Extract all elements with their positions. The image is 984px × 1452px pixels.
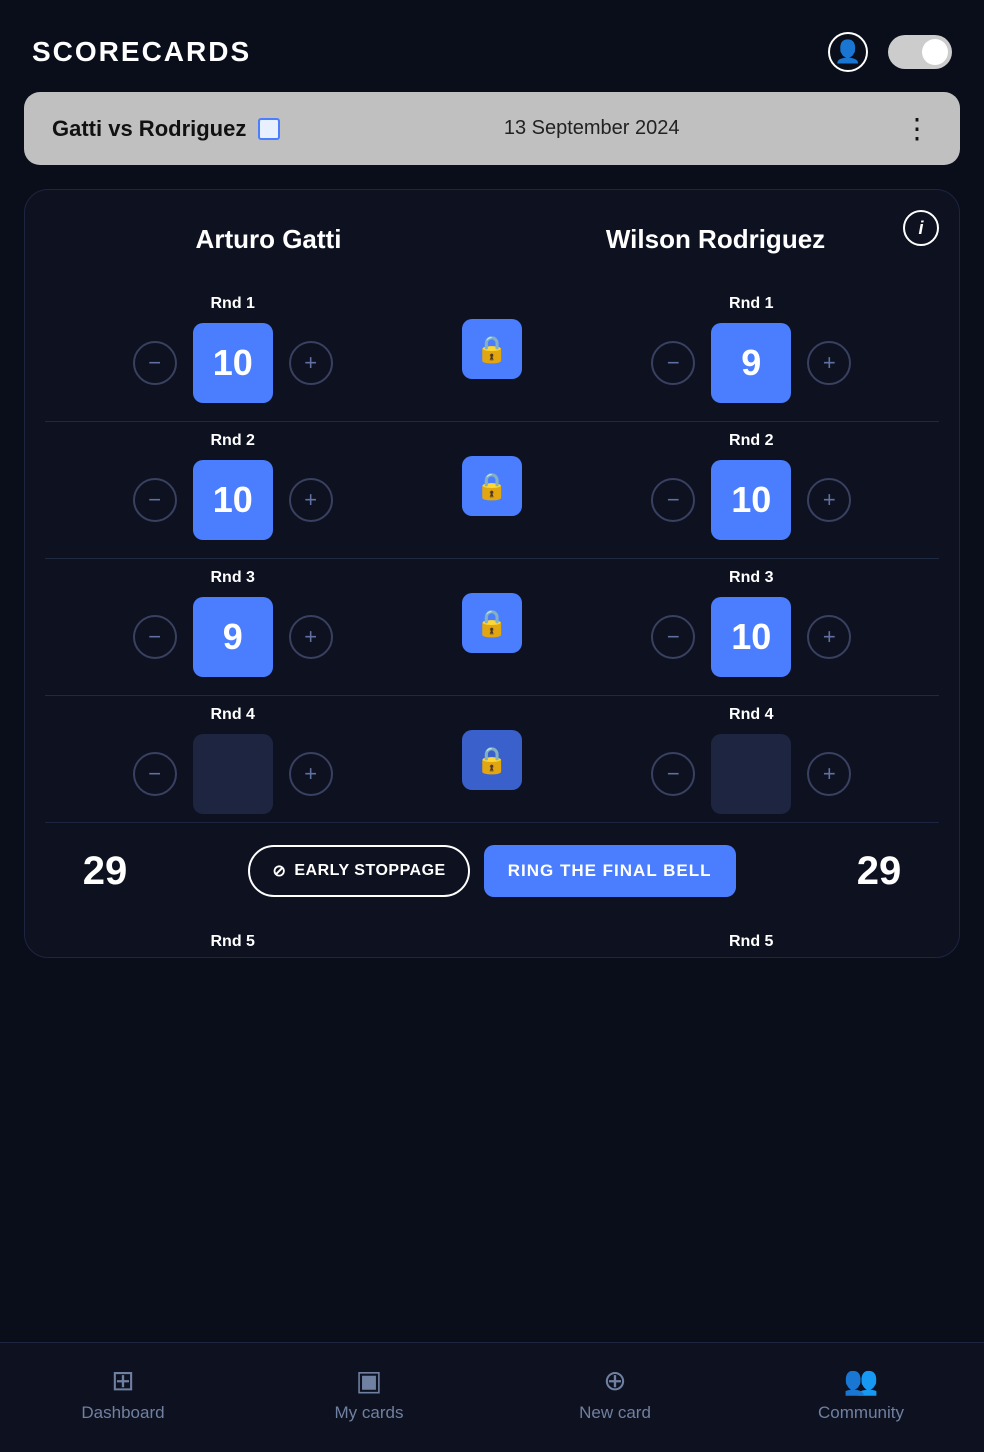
decrease-right-rnd4[interactable]: − [651,752,695,796]
score-right-rnd4 [711,734,791,814]
nav-label-dashboard: Dashboard [81,1403,164,1423]
fighter-left-rnd1: Rnd 1 − 10 + [45,295,420,403]
round-label: Rnd 3 [729,569,773,587]
round-row: Rnd 4 − + 🔒 Rnd 4 − + [45,696,939,822]
round-label: Rnd 3 [211,569,255,587]
info-icon[interactable]: i [903,210,939,246]
increase-right-rnd2[interactable]: + [807,478,851,522]
center-lock-rnd4: 🔒 [420,730,563,790]
round-label: Rnd 4 [211,706,255,724]
round-row: Rnd 2 − 10 + 🔒 Rnd 2 − 10 + [45,422,939,559]
rnd5-label-left: Rnd 5 [45,933,420,951]
header: SCORECARDS 👤 🔔 [0,0,984,92]
ring-bell-button[interactable]: RING THE FINAL BELL [484,845,736,897]
bottom-bar: 29 ⊘ EARLY STOPPAGE RING THE FINAL BELL … [45,822,939,919]
nav-item-mycards[interactable]: ▣ My cards [246,1343,492,1452]
lock-rnd3[interactable]: 🔒 [462,593,522,653]
round-label: Rnd 1 [211,295,255,313]
lock-rnd2[interactable]: 🔒 [462,456,522,516]
fight-menu-button[interactable]: ⋮ [903,112,932,145]
rnd5-label-right: Rnd 5 [564,933,939,951]
dashboard-icon: ⊞ [111,1364,134,1397]
fighters-header: Arturo Gatti Wilson Rodriguez [45,214,939,255]
score-right-rnd3: 10 [711,597,791,677]
increase-right-rnd1[interactable]: + [807,341,851,385]
decrease-left-rnd1[interactable]: − [133,341,177,385]
decrease-left-rnd4[interactable]: − [133,752,177,796]
community-icon: 👥 [844,1364,879,1397]
user-icon[interactable]: 👤 [828,32,868,72]
fighter-left-rnd4: Rnd 4 − + [45,706,420,814]
nav-item-community[interactable]: 👥 Community [738,1343,984,1452]
fight-box-icon [258,118,280,140]
nav-label-mycards: My cards [335,1403,404,1423]
decrease-right-rnd3[interactable]: − [651,615,695,659]
nav-label-community: Community [818,1403,904,1423]
fighter-right-rnd3: Rnd 3 − 10 + [564,569,939,677]
score-controls: − 10 + [651,460,851,540]
score-left-rnd3: 9 [193,597,273,677]
round-row: Rnd 3 − 9 + 🔒 Rnd 3 − 10 + [45,559,939,696]
increase-right-rnd4[interactable]: + [807,752,851,796]
dark-mode-toggle[interactable]: 🔔 [888,35,952,69]
increase-left-rnd1[interactable]: + [289,341,333,385]
total-score-left: 29 [65,849,145,894]
fighter-right-rnd2: Rnd 2 − 10 + [564,432,939,540]
nav-label-newcard: New card [579,1403,651,1423]
score-controls: − 10 + [133,323,333,403]
center-lock-rnd1: 🔒 [420,319,563,379]
score-left-rnd2: 10 [193,460,273,540]
bottom-actions: ⊘ EARLY STOPPAGE RING THE FINAL BELL [145,845,839,897]
fighter-right-rnd1: Rnd 1 − 9 + [564,295,939,403]
round-label: Rnd 1 [729,295,773,313]
ban-icon: ⊘ [272,861,286,881]
rnd5-peek: Rnd 5 Rnd 5 [45,919,939,957]
lock-rnd1[interactable]: 🔒 [462,319,522,379]
decrease-left-rnd3[interactable]: − [133,615,177,659]
decrease-right-rnd2[interactable]: − [651,478,695,522]
round-row: Rnd 1 − 10 + 🔒 Rnd 1 − 9 + [45,285,939,422]
score-right-rnd2: 10 [711,460,791,540]
app-title: SCORECARDS [32,36,251,68]
round-label: Rnd 2 [211,432,255,450]
nav-item-dashboard[interactable]: ⊞ Dashboard [0,1343,246,1452]
increase-left-rnd3[interactable]: + [289,615,333,659]
score-controls: − 9 + [133,597,333,677]
fighter-left-rnd3: Rnd 3 − 9 + [45,569,420,677]
score-right-rnd1: 9 [711,323,791,403]
score-left-rnd1: 10 [193,323,273,403]
lock-rnd4[interactable]: 🔒 [462,730,522,790]
increase-right-rnd3[interactable]: + [807,615,851,659]
fighter-left-name: Arturo Gatti [129,224,409,255]
fighter-left-rnd2: Rnd 2 − 10 + [45,432,420,540]
fight-name: Gatti vs Rodriguez [52,116,280,142]
center-lock-rnd3: 🔒 [420,593,563,653]
increase-left-rnd2[interactable]: + [289,478,333,522]
nav-item-newcard[interactable]: ⊕ New card [492,1343,738,1452]
bottom-nav: ⊞ Dashboard ▣ My cards ⊕ New card 👥 Comm… [0,1342,984,1452]
fighter-right-rnd4: Rnd 4 − + [564,706,939,814]
fighter-right-name: Wilson Rodriguez [576,224,856,255]
total-score-right: 29 [839,849,919,894]
scorecard-card: i Arturo Gatti Wilson Rodriguez Rnd 1 − … [24,189,960,958]
mycards-icon: ▣ [356,1364,382,1397]
round-label: Rnd 4 [729,706,773,724]
header-actions: 👤 🔔 [828,32,952,72]
decrease-right-rnd1[interactable]: − [651,341,695,385]
score-controls: − 10 + [651,597,851,677]
score-controls: − + [133,734,333,814]
fight-selector: Gatti vs Rodriguez 13 September 2024 ⋮ [24,92,960,165]
early-stoppage-button[interactable]: ⊘ EARLY STOPPAGE [248,845,469,897]
newcard-icon: ⊕ [603,1364,626,1397]
score-controls: − 10 + [133,460,333,540]
score-controls: − + [651,734,851,814]
score-left-rnd4 [193,734,273,814]
rounds-container: Rnd 1 − 10 + 🔒 Rnd 1 − 9 + [45,285,939,822]
score-controls: − 9 + [651,323,851,403]
fight-date: 13 September 2024 [504,117,680,140]
center-lock-rnd2: 🔒 [420,456,563,516]
decrease-left-rnd2[interactable]: − [133,478,177,522]
increase-left-rnd4[interactable]: + [289,752,333,796]
round-label: Rnd 2 [729,432,773,450]
